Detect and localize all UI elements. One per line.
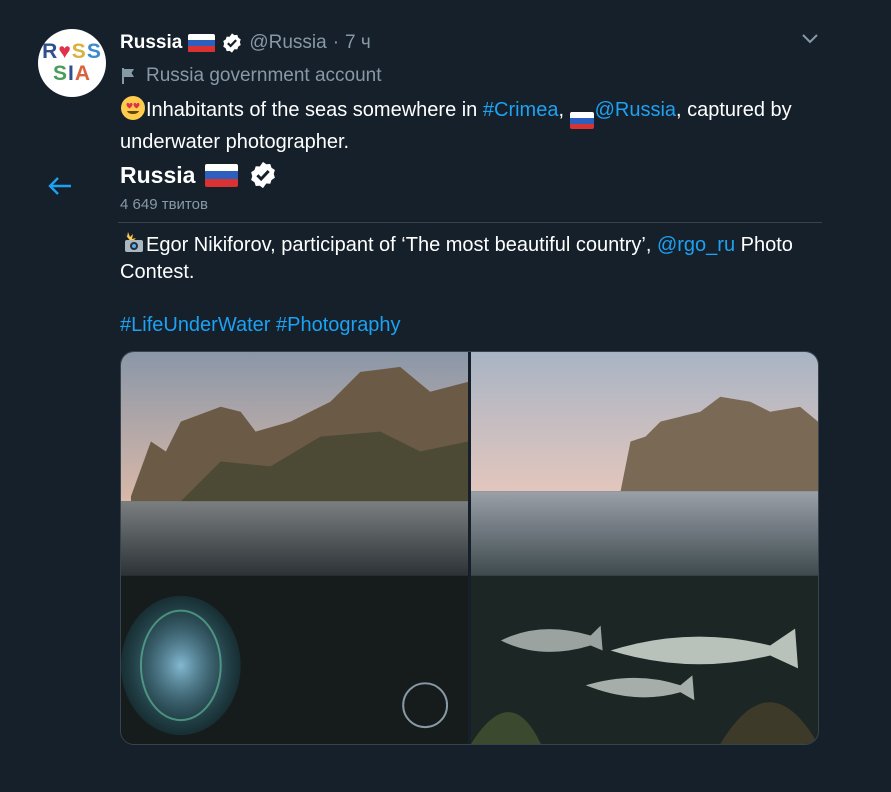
government-account-label: Russia government account <box>120 65 382 87</box>
verified-badge-icon <box>223 33 242 53</box>
quoted-text-segment: Egor Nikiforov, participant of ‘The most… <box>146 234 657 256</box>
jellyfish-photo[interactable] <box>121 352 468 744</box>
quoted-tweet-text: Egor Nikiforov, participant of ‘The most… <box>120 230 824 286</box>
avatar-letter: S <box>71 40 87 63</box>
tweet-text-segment: , <box>558 99 570 121</box>
account-avatar[interactable]: R ♥ S S S I A <box>38 29 106 97</box>
fish-photo[interactable] <box>471 352 818 744</box>
verified-badge-icon <box>251 161 276 189</box>
separator-dot: · <box>332 32 340 53</box>
avatar-logo-row-2: S I A <box>53 63 91 85</box>
heart-eyes-emoji-icon <box>121 96 145 120</box>
camera-flash-emoji-icon <box>124 232 143 252</box>
avatar-letter: A <box>74 62 92 85</box>
hashtag-photography-link[interactable]: #Photography <box>276 314 401 336</box>
hashtag-lifeunderwater-link[interactable]: #LifeUnderWater <box>120 314 270 336</box>
russia-flag-icon <box>205 163 239 187</box>
avatar-letter: S <box>52 62 68 85</box>
tweet-count: 4 649 твитов <box>120 196 208 213</box>
media-gallery <box>120 351 819 745</box>
mention-russia-link[interactable]: @Russia <box>595 99 676 121</box>
avatar-logo-row-1: R ♥ S S <box>42 41 102 63</box>
hashtags: #LifeUnderWater #Photography <box>120 312 401 339</box>
avatar-letter: R <box>42 40 59 63</box>
avatar-letter: I <box>68 62 75 85</box>
tweet-header: Russia @Russia · 7 ч <box>120 31 371 55</box>
mention-rgo-link[interactable]: @rgo_ru <box>657 234 735 256</box>
tweet-time[interactable]: 7 ч <box>345 32 371 54</box>
tweet-text-segment: Inhabitants of the seas somewhere in <box>146 99 483 121</box>
profile-name: Russia <box>120 161 196 188</box>
account-handle[interactable]: @Russia <box>249 32 326 54</box>
back-arrow-icon[interactable] <box>47 175 73 197</box>
avatar-heart: ♥ <box>58 40 72 63</box>
chevron-down-icon[interactable] <box>800 32 820 46</box>
profile-header: Russia <box>120 160 278 190</box>
divider <box>118 222 822 223</box>
tweet-text: Inhabitants of the seas somewhere in #Cr… <box>120 95 820 156</box>
government-account-text: Russia government account <box>146 65 382 86</box>
flag-icon <box>122 68 134 84</box>
account-name[interactable]: Russia <box>120 32 182 54</box>
russia-flag-icon <box>569 112 594 130</box>
hashtag-crimea-link[interactable]: #Crimea <box>483 99 559 121</box>
russia-flag-icon <box>188 33 216 53</box>
avatar-letter: S <box>86 40 102 63</box>
